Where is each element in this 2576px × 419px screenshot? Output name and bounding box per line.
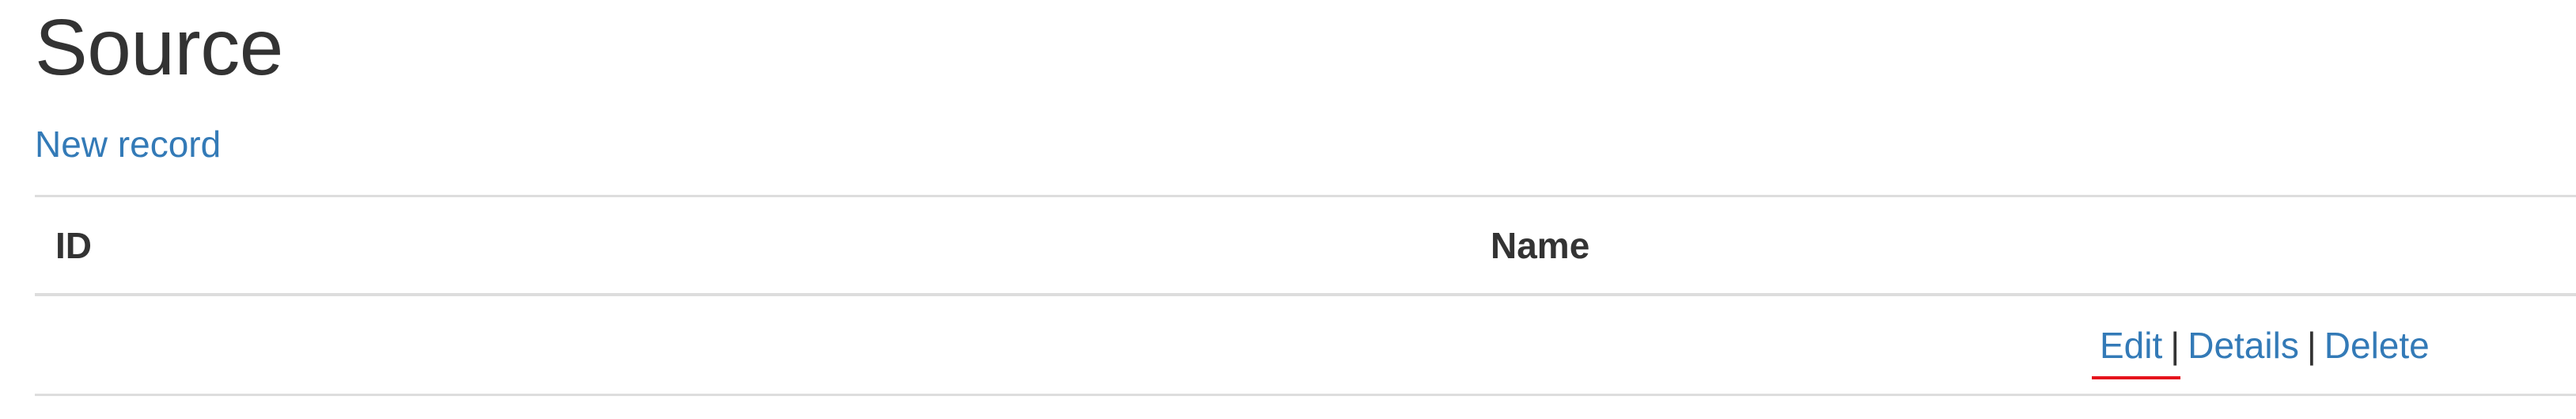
new-record-link[interactable]: New record (35, 124, 221, 165)
table-header: ID Name (35, 196, 2576, 295)
action-separator: | (2306, 324, 2317, 366)
column-header-name: Name (1491, 224, 1590, 266)
edit-link[interactable]: Edit (2100, 325, 2162, 366)
action-separator: | (2170, 324, 2180, 366)
column-header-id: ID (55, 224, 92, 266)
table-body: Edit | Details | Delete (35, 295, 2576, 395)
row-actions: Edit | Details | Delete (2092, 324, 2430, 379)
table-row: Edit | Details | Delete (35, 295, 2576, 395)
page-title: Source (35, 3, 283, 92)
edit-highlight-underline (2092, 375, 2180, 379)
page-container: Source New record ID Name Edit | Details | D… (35, 0, 2576, 396)
delete-link[interactable]: Delete (2324, 325, 2430, 366)
table-header-row: ID Name (35, 196, 2576, 295)
records-table: ID Name Edit | Details | Delete (35, 195, 2576, 396)
details-link[interactable]: Details (2188, 325, 2299, 366)
row-id-cell (35, 295, 1470, 395)
row-actions-cell: Edit | Details | Delete (1470, 295, 2576, 395)
